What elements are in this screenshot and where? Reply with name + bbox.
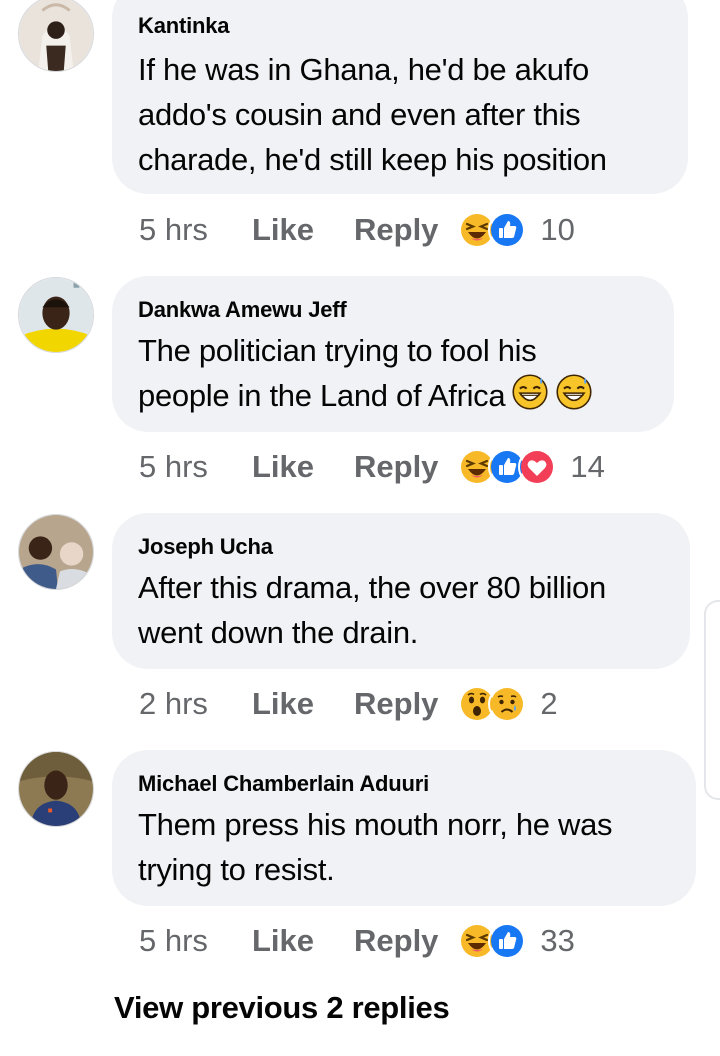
comment-line-with-emoji: people in the Land of Africa [138, 373, 648, 423]
comment-timestamp[interactable]: 5 hrs [139, 449, 252, 485]
comment-line: After this drama, the over 80 billion [138, 570, 606, 605]
like-button[interactable]: Like [252, 212, 354, 248]
comment-line: people in the Land of Africa [138, 378, 506, 413]
scroll-handle[interactable] [704, 600, 720, 800]
comment-line: went down the drain. [138, 615, 419, 650]
comment-author[interactable]: Kantinka [138, 12, 662, 40]
reply-button[interactable]: Reply [354, 212, 438, 248]
reply-button[interactable]: Reply [354, 686, 438, 722]
comment-line: Them press his mouth norr, he was [138, 807, 613, 842]
comment-line: charade, he'd still keep his position [138, 142, 607, 177]
thumbs-up-icon [488, 211, 527, 249]
sad-emoji-icon [488, 685, 527, 723]
reaction-count[interactable]: 14 [570, 449, 604, 485]
comment-text: If he was in Ghana, he'd be akufo addo's… [138, 47, 662, 182]
like-button[interactable]: Like [252, 449, 354, 485]
avatar[interactable] [18, 514, 94, 590]
comment-line: addo's cousin and even after this [138, 97, 581, 132]
comment-actions: 5 hrs Like Reply 14 [139, 445, 605, 489]
comment-timestamp[interactable]: 5 hrs [139, 923, 252, 959]
comment-actions: 5 hrs Like Reply 10 [139, 208, 575, 252]
comment-bubble: Dankwa Amewu Jeff The politician trying … [112, 276, 674, 432]
reply-button[interactable]: Reply [354, 449, 438, 485]
reaction-summary[interactable] [458, 922, 527, 960]
comment-bubble: Kantinka If he was in Ghana, he'd be aku… [112, 0, 688, 194]
sweat-smile-emoji-icon [511, 373, 549, 423]
comment-text: After this drama, the over 80 billion we… [138, 565, 664, 655]
reaction-count[interactable]: 10 [540, 212, 574, 248]
reaction-summary[interactable] [458, 211, 527, 249]
sweat-smile-emoji-icon [555, 373, 593, 423]
reaction-summary[interactable] [458, 448, 557, 486]
comment-bubble: Michael Chamberlain Aduuri Them press hi… [112, 750, 696, 906]
comment-line: The politician trying to fool his [138, 333, 537, 368]
comment-author[interactable]: Joseph Ucha [138, 533, 664, 561]
thumbs-up-icon [488, 922, 527, 960]
comment-author[interactable]: Michael Chamberlain Aduuri [138, 770, 670, 798]
reaction-count[interactable]: 2 [540, 686, 557, 722]
reaction-count[interactable]: 33 [540, 923, 574, 959]
comment-actions: 2 hrs Like Reply 2 [139, 682, 558, 726]
comment-line: If he was in Ghana, he'd be akufo [138, 52, 589, 87]
reaction-summary[interactable] [458, 685, 527, 723]
reply-button[interactable]: Reply [354, 923, 438, 959]
heart-icon [518, 448, 557, 486]
like-button[interactable]: Like [252, 686, 354, 722]
comment-line: trying to resist. [138, 852, 335, 887]
comment-timestamp[interactable]: 2 hrs [139, 686, 252, 722]
avatar[interactable] [18, 277, 94, 353]
avatar[interactable] [18, 0, 94, 72]
comment-text: Them press his mouth norr, he was trying… [138, 802, 670, 892]
comment-bubble: Joseph Ucha After this drama, the over 8… [112, 513, 690, 669]
view-previous-replies-link[interactable]: View previous 2 replies [114, 990, 450, 1026]
comment-text: The politician trying to fool his people… [138, 328, 648, 423]
comment-timestamp[interactable]: 5 hrs [139, 212, 252, 248]
avatar[interactable] [18, 751, 94, 827]
like-button[interactable]: Like [252, 923, 354, 959]
comment-author[interactable]: Dankwa Amewu Jeff [138, 296, 648, 324]
comment-actions: 5 hrs Like Reply 33 [139, 919, 575, 963]
